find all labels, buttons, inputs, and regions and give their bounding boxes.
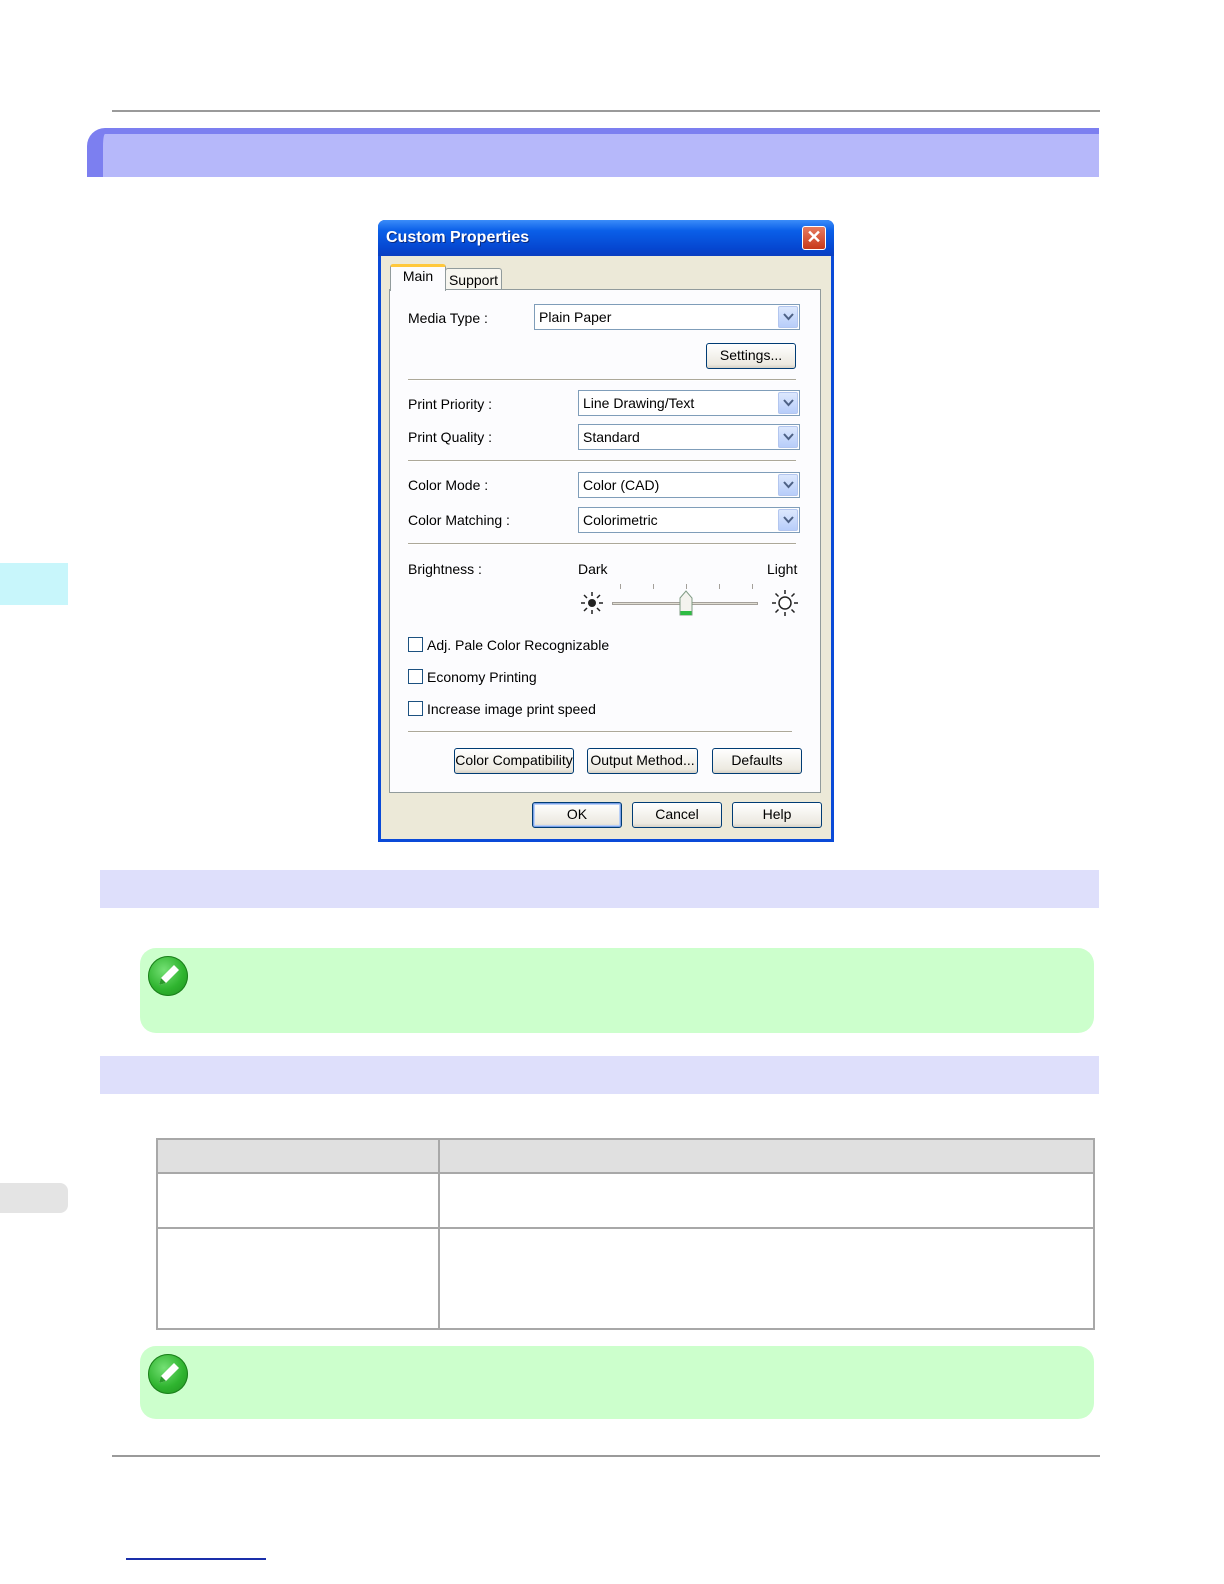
color-compatibility-button[interactable]: Color Compatibility [454, 748, 574, 774]
color-matching-label: Color Matching : [408, 512, 510, 528]
color-mode-label: Color Mode : [408, 477, 489, 493]
table-cell [156, 1172, 440, 1229]
color-matching-select[interactable]: Colorimetric [578, 507, 800, 533]
sun-light-icon [772, 590, 798, 616]
brightness-dark-label: Dark [578, 561, 608, 577]
cancel-button[interactable]: Cancel [632, 802, 722, 828]
settings-table [156, 1138, 1095, 1330]
color-mode-value: Color (CAD) [583, 477, 660, 493]
chevron-down-icon [778, 392, 798, 414]
custom-properties-dialog: Custom Properties ✕ Main Support Media T… [378, 220, 834, 842]
sun-dark-icon [581, 592, 603, 614]
checkbox-box[interactable] [408, 669, 423, 684]
media-type-label: Media Type : [408, 310, 488, 326]
table-row [156, 1172, 1095, 1229]
chevron-down-icon [778, 426, 798, 448]
color-mode-select[interactable]: Color (CAD) [578, 472, 800, 498]
separator-2 [408, 460, 796, 462]
main-tab-panel: Media Type : Plain Paper Settings... Pri… [389, 289, 821, 793]
side-chapter-tab [0, 563, 68, 605]
increase-speed-label: Increase image print speed [427, 701, 596, 717]
chevron-down-icon [778, 474, 798, 496]
slider-tick [653, 584, 654, 589]
output-method-button[interactable]: Output Method... [587, 748, 698, 774]
slider-tick [752, 584, 753, 589]
pale-color-label: Adj. Pale Color Recognizable [427, 637, 610, 653]
dialog-titlebar: Custom Properties ✕ [378, 220, 834, 256]
chevron-down-icon [778, 306, 798, 328]
checkbox-box[interactable] [408, 637, 423, 652]
slider-tick [719, 584, 720, 589]
table-header-cell [438, 1138, 1095, 1174]
note-box-2 [140, 1346, 1094, 1419]
print-quality-select[interactable]: Standard [578, 424, 800, 450]
separator-1 [408, 379, 796, 381]
print-priority-value: Line Drawing/Text [583, 395, 695, 411]
table-cell [438, 1172, 1095, 1229]
print-priority-select[interactable]: Line Drawing/Text [578, 390, 800, 416]
chevron-down-icon [778, 509, 798, 531]
table-cell [438, 1227, 1095, 1330]
note-pencil-icon [148, 956, 188, 996]
defaults-button[interactable]: Defaults [712, 748, 802, 774]
table-row [156, 1227, 1095, 1330]
bottom-rule [112, 1455, 1100, 1457]
chapter-title-band [87, 128, 1099, 177]
help-button[interactable]: Help [732, 802, 822, 828]
close-icon: ✕ [806, 227, 822, 247]
slider-tick [686, 584, 687, 589]
table-cell [156, 1227, 440, 1330]
footer-link-underline[interactable] [126, 1558, 266, 1560]
separator-4 [408, 731, 792, 733]
note-pencil-icon [148, 1354, 188, 1394]
side-index-tab [0, 1183, 68, 1213]
close-button[interactable]: ✕ [802, 226, 826, 250]
tab-support[interactable]: Support [445, 268, 502, 289]
economy-printing-label: Economy Printing [427, 669, 537, 685]
note-box-1 [140, 948, 1094, 1033]
tab-main-label: Main [402, 268, 434, 284]
table-header-cell [156, 1138, 440, 1174]
section-heading-band-1 [100, 870, 1099, 908]
tab-support-label: Support [448, 272, 499, 288]
settings-button[interactable]: Settings... [706, 343, 796, 369]
table-header-row [156, 1138, 1095, 1174]
print-quality-value: Standard [583, 429, 640, 445]
color-matching-value: Colorimetric [583, 512, 658, 528]
dialog-body: Main Support Media Type : Plain Paper Se… [381, 256, 831, 839]
brightness-label: Brightness : [408, 561, 482, 577]
ok-button[interactable]: OK [532, 802, 622, 828]
media-type-value: Plain Paper [539, 309, 612, 325]
slider-thumb[interactable] [679, 590, 693, 616]
tab-main[interactable]: Main [390, 264, 446, 291]
section-heading-band-2 [100, 1056, 1099, 1094]
brightness-light-label: Light [767, 561, 798, 577]
top-rule [112, 110, 1100, 112]
print-priority-label: Print Priority : [408, 396, 493, 412]
slider-tick [620, 584, 621, 589]
media-type-select[interactable]: Plain Paper [534, 304, 800, 330]
dialog-title: Custom Properties [386, 229, 530, 246]
print-quality-label: Print Quality : [408, 429, 493, 445]
checkbox-box[interactable] [408, 701, 423, 716]
separator-3 [408, 543, 796, 545]
